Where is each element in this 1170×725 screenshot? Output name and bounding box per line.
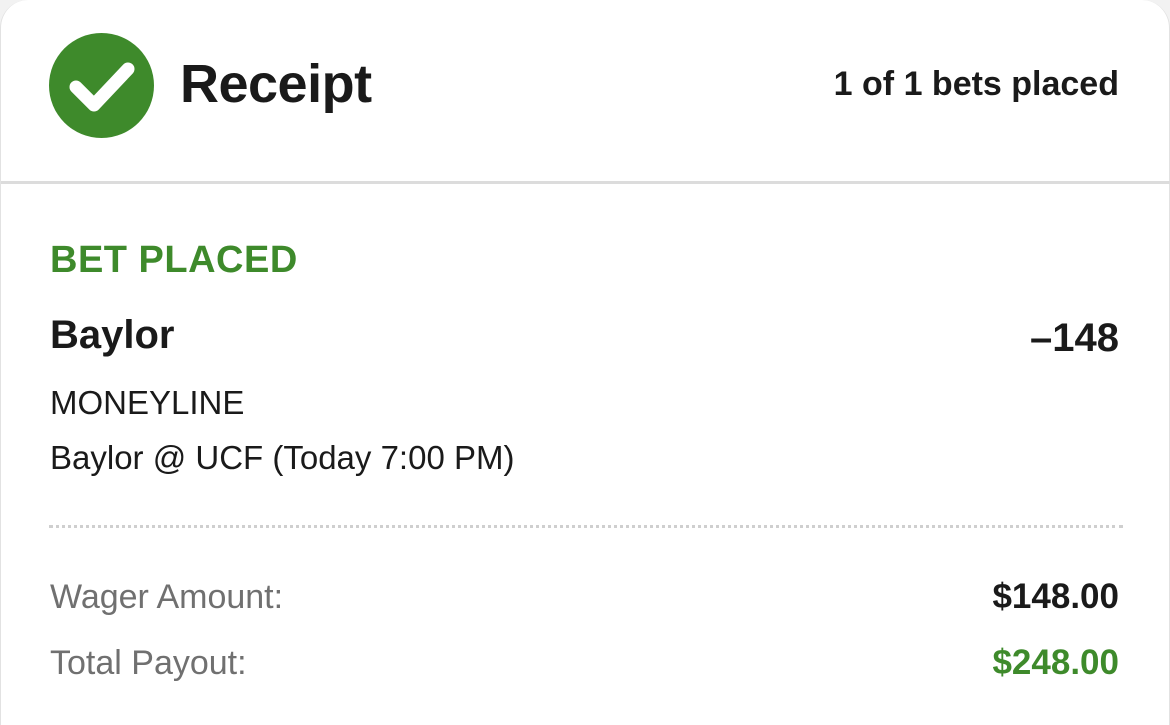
page-title: Receipt: [180, 54, 372, 114]
checkmark-icon: [69, 62, 135, 112]
bet-odds: –148: [1030, 316, 1119, 360]
wager-amount-value: $148.00: [992, 577, 1119, 616]
wager-amount-label: Wager Amount:: [50, 578, 284, 616]
dotted-divider: [49, 525, 1123, 528]
receipt-card: Receipt 1 of 1 bets placed BET PLACED Ba…: [0, 0, 1170, 725]
total-payout-value: $248.00: [992, 643, 1119, 682]
bet-market: MONEYLINE: [50, 384, 245, 421]
bet-selection: Baylor: [50, 313, 175, 357]
bet-status: BET PLACED: [50, 239, 298, 281]
bets-placed-count: 1 of 1 bets placed: [833, 65, 1119, 103]
receipt-header: Receipt 1 of 1 bets placed: [1, 0, 1170, 184]
bet-event: Baylor @ UCF (Today 7:00 PM): [50, 439, 515, 476]
total-payout-label: Total Payout:: [50, 644, 247, 682]
check-circle-icon: [49, 33, 154, 138]
